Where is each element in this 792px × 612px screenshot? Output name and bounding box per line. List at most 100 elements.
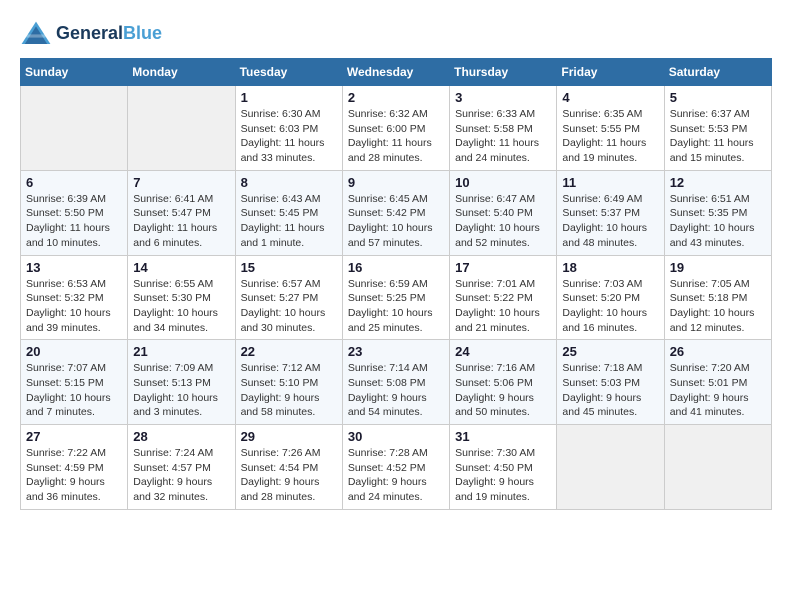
day-cell-24: 24Sunrise: 7:16 AMSunset: 5:06 PMDayligh… [450, 340, 557, 425]
day-number: 27 [26, 429, 122, 444]
day-info: Sunrise: 6:39 AMSunset: 5:50 PMDaylight:… [26, 192, 122, 251]
logo: GeneralBlue [20, 20, 162, 48]
day-cell-21: 21Sunrise: 7:09 AMSunset: 5:13 PMDayligh… [128, 340, 235, 425]
day-number: 7 [133, 175, 229, 190]
day-info: Sunrise: 6:49 AMSunset: 5:37 PMDaylight:… [562, 192, 658, 251]
day-number: 17 [455, 260, 551, 275]
day-number: 22 [241, 344, 337, 359]
day-cell-15: 15 Sunrise: 6:57 AMSunset: 5:27 PMDayligh… [235, 255, 342, 340]
day-info: Sunrise: 6:59 AMSunset: 5:25 PMDaylight:… [348, 277, 444, 336]
day-info: Sunrise: 7:26 AMSunset: 4:54 PMDaylight:… [241, 446, 337, 505]
empty-cell [128, 86, 235, 171]
day-info: Sunrise: 6:45 AMSunset: 5:42 PMDaylight:… [348, 192, 444, 251]
day-number: 19 [670, 260, 766, 275]
day-header-thursday: Thursday [450, 59, 557, 86]
day-info: Sunrise: 6:35 AMSunset: 5:55 PMDaylight:… [562, 107, 658, 166]
day-number: 25 [562, 344, 658, 359]
day-cell-2: 2 Sunrise: 6:32 AMSunset: 6:00 PMDaylight… [342, 86, 449, 171]
day-info: Sunrise: 6:30 AMSunset: 6:03 PMDaylight:… [241, 107, 337, 166]
day-number: 3 [455, 90, 551, 105]
day-info: Sunrise: 6:47 AMSunset: 5:40 PMDaylight:… [455, 192, 551, 251]
day-cell-31: 31 Sunrise: 7:30 AMSunset: 4:50 PMDayligh… [450, 425, 557, 510]
day-cell-19: 19 Sunrise: 7:05 AMSunset: 5:18 PMDayligh… [664, 255, 771, 340]
day-info: Sunrise: 6:32 AMSunset: 6:00 PMDaylight:… [348, 107, 444, 166]
day-number: 15 [241, 260, 337, 275]
days-header-row: SundayMondayTuesdayWednesdayThursdayFrid… [21, 59, 772, 86]
day-number: 13 [26, 260, 122, 275]
day-cell-8: 8Sunrise: 6:43 AMSunset: 5:45 PMDaylight… [235, 170, 342, 255]
week-row-2: 6 Sunrise: 6:39 AMSunset: 5:50 PMDaylight… [21, 170, 772, 255]
day-cell-29: 29 Sunrise: 7:26 AMSunset: 4:54 PMDayligh… [235, 425, 342, 510]
day-number: 6 [26, 175, 122, 190]
day-info: Sunrise: 6:53 AMSunset: 5:32 PMDaylight:… [26, 277, 122, 336]
day-cell-4: 4Sunrise: 6:35 AMSunset: 5:55 PMDaylight… [557, 86, 664, 171]
day-number: 24 [455, 344, 551, 359]
day-info: Sunrise: 7:22 AMSunset: 4:59 PMDaylight:… [26, 446, 122, 505]
day-cell-9: 9 Sunrise: 6:45 AMSunset: 5:42 PMDaylight… [342, 170, 449, 255]
day-number: 20 [26, 344, 122, 359]
day-info: Sunrise: 6:55 AMSunset: 5:30 PMDaylight:… [133, 277, 229, 336]
day-cell-6: 6 Sunrise: 6:39 AMSunset: 5:50 PMDaylight… [21, 170, 128, 255]
day-cell-23: 23 Sunrise: 7:14 AMSunset: 5:08 PMDayligh… [342, 340, 449, 425]
day-info: Sunrise: 6:41 AMSunset: 5:47 PMDaylight:… [133, 192, 229, 251]
day-cell-25: 25 Sunrise: 7:18 AMSunset: 5:03 PMDayligh… [557, 340, 664, 425]
day-cell-22: 22 Sunrise: 7:12 AMSunset: 5:10 PMDayligh… [235, 340, 342, 425]
day-header-saturday: Saturday [664, 59, 771, 86]
day-cell-27: 27 Sunrise: 7:22 AMSunset: 4:59 PMDayligh… [21, 425, 128, 510]
day-cell-28: 28 Sunrise: 7:24 AMSunset: 4:57 PMDayligh… [128, 425, 235, 510]
day-number: 14 [133, 260, 229, 275]
day-number: 28 [133, 429, 229, 444]
day-cell-7: 7 Sunrise: 6:41 AMSunset: 5:47 PMDaylight… [128, 170, 235, 255]
day-cell-17: 17 Sunrise: 7:01 AMSunset: 5:22 PMDayligh… [450, 255, 557, 340]
day-cell-20: 20 Sunrise: 7:07 AMSunset: 5:15 PMDayligh… [21, 340, 128, 425]
day-number: 18 [562, 260, 658, 275]
day-cell-14: 14 Sunrise: 6:55 AMSunset: 5:30 PMDayligh… [128, 255, 235, 340]
day-cell-1: 1 Sunrise: 6:30 AMSunset: 6:03 PMDaylight… [235, 86, 342, 171]
day-info: Sunrise: 7:14 AMSunset: 5:08 PMDaylight:… [348, 361, 444, 420]
day-info: Sunrise: 6:33 AMSunset: 5:58 PMDaylight:… [455, 107, 551, 166]
day-number: 16 [348, 260, 444, 275]
day-cell-11: 11 Sunrise: 6:49 AMSunset: 5:37 PMDayligh… [557, 170, 664, 255]
day-number: 9 [348, 175, 444, 190]
day-info: Sunrise: 6:57 AMSunset: 5:27 PMDaylight:… [241, 277, 337, 336]
day-info: Sunrise: 6:51 AMSunset: 5:35 PMDaylight:… [670, 192, 766, 251]
week-row-1: 1 Sunrise: 6:30 AMSunset: 6:03 PMDaylight… [21, 86, 772, 171]
day-number: 12 [670, 175, 766, 190]
day-number: 30 [348, 429, 444, 444]
day-number: 21 [133, 344, 229, 359]
day-info: Sunrise: 7:01 AMSunset: 5:22 PMDaylight:… [455, 277, 551, 336]
day-info: Sunrise: 7:18 AMSunset: 5:03 PMDaylight:… [562, 361, 658, 420]
day-number: 31 [455, 429, 551, 444]
day-header-friday: Friday [557, 59, 664, 86]
day-info: Sunrise: 7:24 AMSunset: 4:57 PMDaylight:… [133, 446, 229, 505]
day-number: 11 [562, 175, 658, 190]
day-info: Sunrise: 7:30 AMSunset: 4:50 PMDaylight:… [455, 446, 551, 505]
day-cell-12: 12 Sunrise: 6:51 AMSunset: 5:35 PMDayligh… [664, 170, 771, 255]
day-cell-30: 30 Sunrise: 7:28 AMSunset: 4:52 PMDayligh… [342, 425, 449, 510]
day-cell-5: 5Sunrise: 6:37 AMSunset: 5:53 PMDaylight… [664, 86, 771, 171]
day-number: 1 [241, 90, 337, 105]
day-info: Sunrise: 7:12 AMSunset: 5:10 PMDaylight:… [241, 361, 337, 420]
day-cell-13: 13 Sunrise: 6:53 AMSunset: 5:32 PMDayligh… [21, 255, 128, 340]
day-info: Sunrise: 7:28 AMSunset: 4:52 PMDaylight:… [348, 446, 444, 505]
logo-text: GeneralBlue [56, 23, 162, 45]
day-header-monday: Monday [128, 59, 235, 86]
day-cell-18: 18 Sunrise: 7:03 AMSunset: 5:20 PMDayligh… [557, 255, 664, 340]
empty-cell [557, 425, 664, 510]
empty-cell [664, 425, 771, 510]
day-header-sunday: Sunday [21, 59, 128, 86]
day-header-tuesday: Tuesday [235, 59, 342, 86]
day-number: 10 [455, 175, 551, 190]
day-info: Sunrise: 7:03 AMSunset: 5:20 PMDaylight:… [562, 277, 658, 336]
week-row-3: 13 Sunrise: 6:53 AMSunset: 5:32 PMDayligh… [21, 255, 772, 340]
day-number: 8 [241, 175, 337, 190]
day-number: 2 [348, 90, 444, 105]
day-number: 26 [670, 344, 766, 359]
day-number: 23 [348, 344, 444, 359]
day-info: Sunrise: 7:07 AMSunset: 5:15 PMDaylight:… [26, 361, 122, 420]
day-cell-10: 10 Sunrise: 6:47 AMSunset: 5:40 PMDayligh… [450, 170, 557, 255]
day-header-wednesday: Wednesday [342, 59, 449, 86]
day-number: 29 [241, 429, 337, 444]
day-info: Sunrise: 7:05 AMSunset: 5:18 PMDaylight:… [670, 277, 766, 336]
week-row-5: 27 Sunrise: 7:22 AMSunset: 4:59 PMDayligh… [21, 425, 772, 510]
